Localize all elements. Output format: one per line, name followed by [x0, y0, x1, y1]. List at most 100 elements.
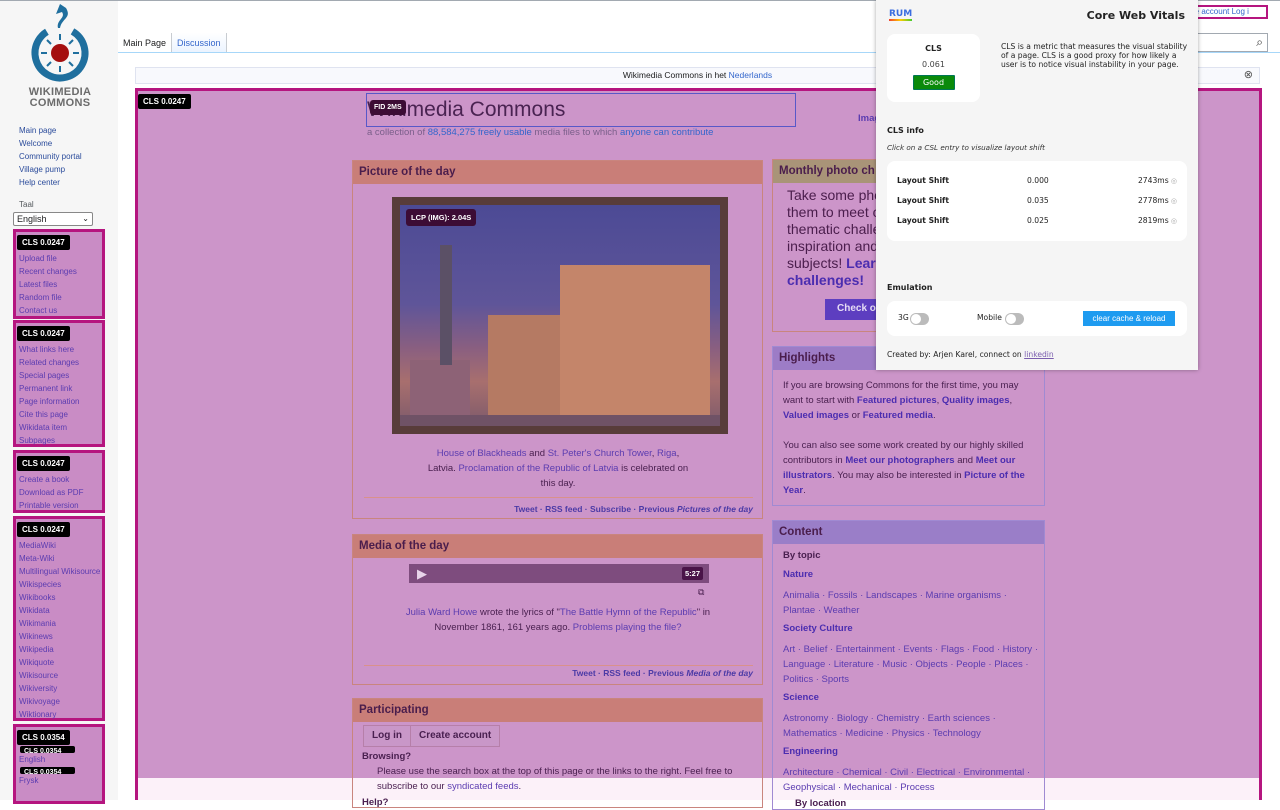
- cls-group: CLS 0.0247 What links hereRelated changes…: [13, 320, 105, 447]
- search-input[interactable]: ⌕: [1195, 33, 1268, 52]
- rss-feed-link[interactable]: RSS feed: [603, 668, 640, 678]
- inline-link[interactable]: anyone can contribute: [620, 127, 713, 138]
- nature-links[interactable]: Animalia · Fossils · Landscapes · Marine…: [783, 588, 1038, 618]
- sidebar-link[interactable]: Create a book: [16, 473, 102, 486]
- inline-link[interactable]: St. Peter's Church Tower: [548, 448, 652, 459]
- play-icon[interactable]: ▶: [417, 566, 427, 582]
- sidebar-link[interactable]: Community portal: [19, 150, 82, 163]
- cls-badge: CLS 0.0247: [17, 326, 70, 341]
- sidebar-link[interactable]: Printable version: [16, 499, 102, 512]
- inline-link[interactable]: Meet our photographers: [845, 455, 954, 466]
- previous-link[interactable]: Previous Media of the day: [648, 668, 753, 678]
- category-society-culture[interactable]: Society Culture: [783, 623, 853, 634]
- sidebar-link[interactable]: Download as PDF: [16, 486, 102, 499]
- engineering-links[interactable]: Architecture · Chemical · Civil · Electr…: [783, 765, 1038, 795]
- category-nature[interactable]: Nature: [783, 569, 813, 580]
- category-science[interactable]: Science: [783, 692, 819, 703]
- tweet-link[interactable]: Tweet: [514, 504, 537, 514]
- sidebar-link[interactable]: Main page: [19, 124, 82, 137]
- sidebar-link[interactable]: Latest files: [16, 278, 102, 291]
- sidebar-link[interactable]: Wikispecies: [16, 578, 102, 591]
- text-segment: Please use the search box at the top of …: [377, 766, 732, 792]
- inline-link[interactable]: Featured media: [863, 410, 933, 421]
- inline-link[interactable]: Riga: [657, 448, 677, 459]
- monthly-line: thematic challe: [787, 221, 888, 238]
- banner-language-link[interactable]: Nederlands: [729, 70, 772, 80]
- sidebar-link[interactable]: MediaWiki: [16, 539, 102, 552]
- credit: Created by: Arjen Karel, connect on link…: [887, 350, 1054, 359]
- sidebar-link[interactable]: Wikiquote: [16, 656, 102, 669]
- sidebar-link[interactable]: Wiktionary: [16, 708, 102, 721]
- inline-link[interactable]: challenges!: [787, 272, 864, 288]
- sidebar-link[interactable]: English: [16, 753, 102, 766]
- inline-link[interactable]: 88,584,275: [428, 127, 476, 138]
- sidebar-link[interactable]: Wikisource: [16, 669, 102, 682]
- inline-link[interactable]: House of Blackheads: [437, 448, 527, 459]
- previous-link[interactable]: Previous Pictures of the day: [639, 504, 753, 514]
- sidebar-link[interactable]: Help center: [19, 176, 82, 189]
- sidebar-link[interactable]: Wikibooks: [16, 591, 102, 604]
- rss-feed-link[interactable]: RSS feed: [545, 504, 582, 514]
- sidebar-link[interactable]: Wikinews: [16, 630, 102, 643]
- emulation-heading: Emulation: [887, 283, 932, 292]
- science-links[interactable]: Astronomy · Biology · Chemistry · Earth …: [783, 711, 1038, 741]
- sidebar-link[interactable]: Subpages: [16, 434, 102, 447]
- sidebar-link[interactable]: Frysk: [16, 774, 102, 787]
- sidebar-link[interactable]: Wikiversity: [16, 682, 102, 695]
- society-links[interactable]: Art · Belief · Entertainment · Events · …: [783, 642, 1038, 687]
- inline-link[interactable]: Valued images: [783, 410, 849, 421]
- sidebar-link[interactable]: Permanent link: [16, 382, 102, 395]
- language-select[interactable]: English⌄: [13, 212, 93, 226]
- inline-link[interactable]: Proclamation of the Republic of Latvia: [458, 463, 618, 474]
- sidebar-link[interactable]: Special pages: [16, 369, 102, 382]
- shift-time-wrap: 2778ms ◎: [1138, 196, 1177, 205]
- sidebar-link[interactable]: Random file: [16, 291, 102, 304]
- target-icon[interactable]: ◎: [1169, 177, 1177, 185]
- monthly-line: challenges!: [787, 272, 888, 289]
- sidebar-link[interactable]: Contact us: [16, 304, 102, 317]
- sidebar-link[interactable]: What links here: [16, 343, 102, 356]
- sidebar-link[interactable]: Wikidata: [16, 604, 102, 617]
- sidebar-link[interactable]: Recent changes: [16, 265, 102, 278]
- sidebar-link[interactable]: Welcome: [19, 137, 82, 150]
- close-icon[interactable]: ⊗: [1244, 68, 1253, 83]
- inline-link[interactable]: Featured pictures: [857, 395, 937, 406]
- sidebar-link[interactable]: Wikipedia: [16, 643, 102, 656]
- sidebar-link[interactable]: Wikivoyage: [16, 695, 102, 708]
- audio-player[interactable]: ▶ 5:27: [409, 564, 709, 583]
- target-icon[interactable]: ◎: [1169, 197, 1177, 205]
- sidebar-link[interactable]: Multilingual Wikisource: [16, 565, 102, 578]
- text-segment: .: [519, 781, 522, 792]
- sidebar-link[interactable]: Wikidata item: [16, 421, 102, 434]
- toggle-3g[interactable]: [910, 313, 929, 325]
- inline-link[interactable]: Problems playing the file?: [573, 622, 682, 633]
- target-icon[interactable]: ◎: [1169, 217, 1177, 225]
- sidebar-link[interactable]: Wikimania: [16, 617, 102, 630]
- subscribe-link[interactable]: Subscribe: [590, 504, 631, 514]
- wikimedia-commons-logo[interactable]: WIKIMEDIA COMMONS: [22, 4, 98, 106]
- create-account-button[interactable]: Create account: [410, 725, 500, 747]
- inline-link[interactable]: freely usable: [478, 127, 532, 138]
- search-icon[interactable]: ⌕: [1256, 35, 1263, 50]
- sidebar-link[interactable]: Meta-Wiki: [16, 552, 102, 565]
- sidebar-link[interactable]: Village pump: [19, 163, 82, 176]
- sidebar-link[interactable]: Upload file: [16, 252, 102, 265]
- inline-link[interactable]: The Battle Hymn of the Republic: [560, 607, 697, 618]
- inline-link[interactable]: syndicated feeds: [447, 781, 518, 792]
- linkedin-link[interactable]: linkedin: [1024, 350, 1054, 359]
- sidebar-link[interactable]: Page information: [16, 395, 102, 408]
- popout-icon[interactable]: ⧉: [698, 587, 704, 598]
- tweet-link[interactable]: Tweet: [572, 668, 595, 678]
- inline-link[interactable]: Quality images: [942, 395, 1010, 406]
- tab-main-page[interactable]: Main Page: [118, 33, 171, 53]
- sidebar-link[interactable]: Cite this page: [16, 408, 102, 421]
- tab-discussion[interactable]: Discussion: [171, 33, 227, 53]
- sidebar-link[interactable]: Related changes: [16, 356, 102, 369]
- toggle-mobile[interactable]: [1005, 313, 1024, 325]
- clear-cache-reload-button[interactable]: clear cache & reload: [1083, 311, 1175, 326]
- log-in-button[interactable]: Log in: [363, 725, 411, 747]
- category-engineering[interactable]: Engineering: [783, 746, 838, 757]
- potd-image[interactable]: LCP (IMG): 2.04S: [392, 197, 728, 434]
- inline-link[interactable]: Julia Ward Howe: [406, 607, 477, 618]
- layout-shift-list: Layout Shift0.0002743ms ◎Layout Shift0.0…: [887, 161, 1187, 241]
